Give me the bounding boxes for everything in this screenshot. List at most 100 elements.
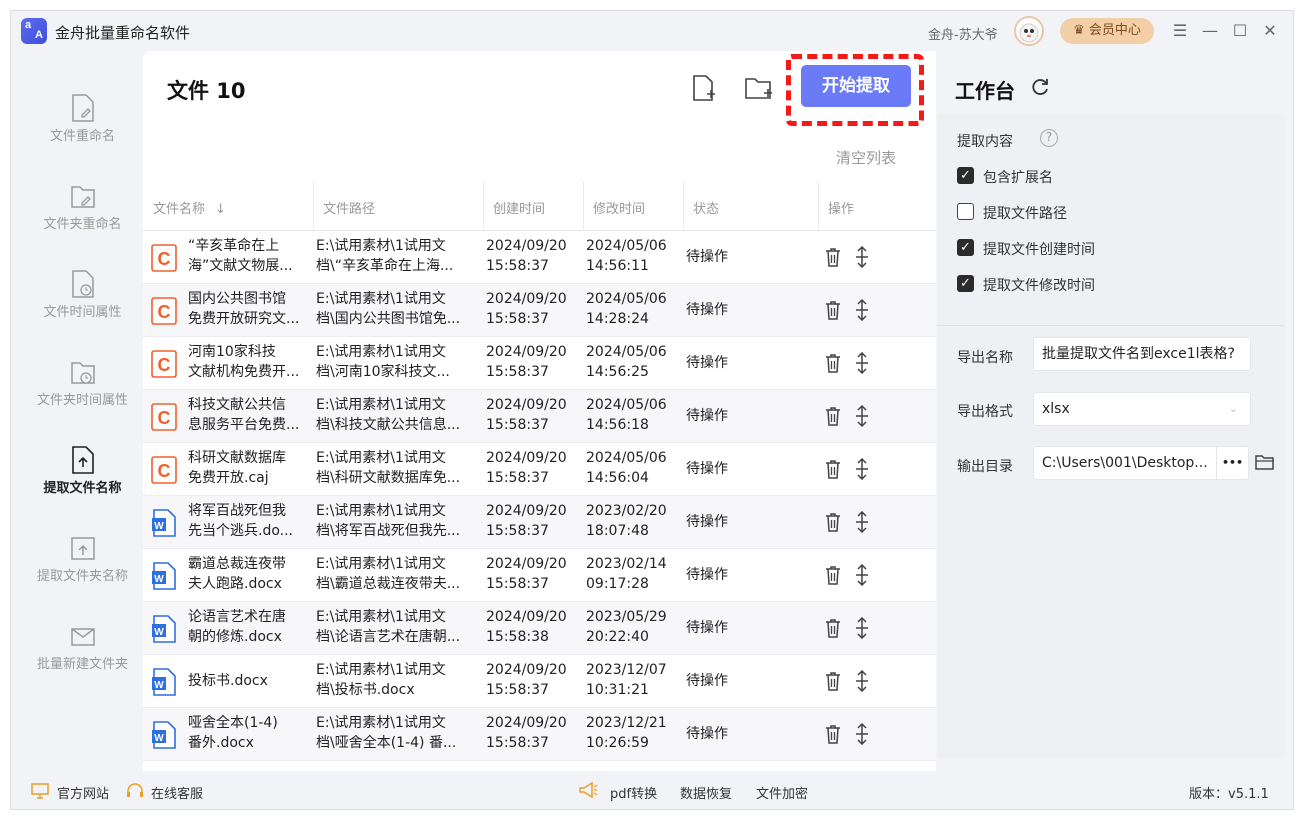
- created-clock: 15:58:37: [486, 682, 549, 698]
- sidebar-item-extract-folder-names[interactable]: 提取文件夹名称: [23, 527, 142, 615]
- move-icon[interactable]: [853, 298, 871, 322]
- option-label[interactable]: 提取文件创建时间: [983, 239, 1095, 259]
- table-row[interactable]: W 霸道总裁连夜带 夫人跑路.docx E:\试用素材\1试用文 档\霸道总裁连夜带夫.…: [143, 549, 936, 602]
- checkbox-extract-path[interactable]: [957, 203, 974, 220]
- sidebar: 文件重命名 文件夹重命名 文件时间属性 文件夹时间属性 提取文件名称 提取文件夹…: [23, 51, 142, 771]
- column-divider[interactable]: [313, 181, 314, 231]
- user-avatar[interactable]: [1014, 16, 1044, 46]
- vip-center-button[interactable]: ♛ 会员中心: [1060, 18, 1154, 44]
- column-divider[interactable]: [818, 181, 819, 231]
- maximize-icon[interactable]: ☐: [1228, 19, 1252, 43]
- data-recovery-link[interactable]: 数据恢复: [680, 783, 732, 802]
- file-path-line: E:\试用素材\1试用文: [316, 556, 446, 572]
- sidebar-item-folder-time[interactable]: 文件夹时间属性: [23, 351, 142, 439]
- delete-icon[interactable]: [824, 246, 842, 268]
- file-name-line: 免费开放.caj: [188, 470, 269, 486]
- delete-icon[interactable]: [824, 670, 842, 692]
- more-button[interactable]: •••: [1216, 447, 1248, 479]
- refresh-icon[interactable]: [1031, 77, 1051, 97]
- created-clock: 15:58:37: [486, 258, 549, 274]
- table-row[interactable]: W 将军百战死但我 先当个逃兵.do... E:\试用素材\1试用文 档\将军百战死但我…: [143, 496, 936, 549]
- column-divider[interactable]: [683, 181, 684, 231]
- move-icon[interactable]: [853, 510, 871, 534]
- sidebar-item-batch-new-folder[interactable]: 批量新建文件夹: [23, 615, 142, 703]
- file-path-line: E:\试用素材\1试用文: [316, 291, 446, 307]
- move-icon[interactable]: [853, 722, 871, 746]
- option-label[interactable]: 提取文件修改时间: [983, 275, 1095, 295]
- modified-date: 2023/02/14: [586, 556, 667, 572]
- add-file-icon[interactable]: [688, 73, 718, 103]
- delete-icon[interactable]: [824, 405, 842, 427]
- close-icon[interactable]: ✕: [1258, 19, 1282, 43]
- created-time: 2024/09/20 15:58:37: [486, 501, 581, 541]
- open-folder-icon[interactable]: [1255, 453, 1275, 471]
- help-icon[interactable]: ?: [1040, 129, 1058, 147]
- created-clock: 15:58:37: [486, 417, 549, 433]
- col-modified-time[interactable]: 修改时间: [593, 198, 645, 217]
- table-row[interactable]: C 国内公共图书馆 免费开放研究文... E:\试用素材\1试用文 档\国内公共图书馆免…: [143, 284, 936, 337]
- checkbox-extract-created[interactable]: ✓: [957, 239, 974, 256]
- workbench-panel: 工作台 提取内容 ? ✓ 包含扩展名 提取文件路径 ✓ 提取文件创建时间 ✓ 提…: [937, 51, 1293, 771]
- table-row[interactable]: W 哑舍全本(1-4) 番外.docx E:\试用素材\1试用文 档\哑舍全本(1-4)…: [143, 708, 936, 761]
- delete-icon[interactable]: [824, 511, 842, 533]
- delete-icon[interactable]: [824, 299, 842, 321]
- move-icon[interactable]: [853, 563, 871, 587]
- modified-clock: 14:28:24: [586, 311, 649, 327]
- col-status[interactable]: 状态: [693, 198, 719, 217]
- delete-icon[interactable]: [824, 352, 842, 374]
- move-icon[interactable]: [853, 669, 871, 693]
- table-row[interactable]: W 投标书.docx E:\试用素材\1试用文 档\投标书.docx 2024/09/2…: [143, 655, 936, 708]
- table-row[interactable]: C 科研文献数据库 免费开放.caj E:\试用素材\1试用文 档\科研文献数据库免..…: [143, 443, 936, 496]
- move-icon[interactable]: [853, 404, 871, 428]
- folder-edit-icon: [71, 186, 95, 208]
- checkbox-include-extension[interactable]: ✓: [957, 167, 974, 184]
- col-file-name[interactable]: 文件名称 ↓: [153, 198, 226, 217]
- option-label[interactable]: 包含扩展名: [983, 167, 1053, 187]
- table-row[interactable]: C 科技文献公共信 息服务平台免费... E:\试用素材\1试用文 档\科技文献公共信息…: [143, 390, 936, 443]
- add-folder-icon[interactable]: [744, 73, 774, 103]
- official-site-link[interactable]: 官方网站: [57, 783, 109, 802]
- online-service-link[interactable]: 在线客服: [151, 783, 203, 802]
- sidebar-item-extract-file-names[interactable]: 提取文件名称: [23, 439, 142, 527]
- option-label[interactable]: 提取文件路径: [983, 203, 1067, 223]
- delete-icon[interactable]: [824, 723, 842, 745]
- col-file-path[interactable]: 文件路径: [323, 198, 375, 217]
- sidebar-item-folder-rename[interactable]: 文件夹重命名: [23, 175, 142, 263]
- table-row[interactable]: W 论语言艺术在唐 朝的修炼.docx E:\试用素材\1试用文 档\论语言艺术在唐朝.…: [143, 602, 936, 655]
- checkbox-extract-modified[interactable]: ✓: [957, 275, 974, 292]
- modified-time: 2023/05/29 20:22:40: [586, 607, 681, 647]
- table-row[interactable]: C “辛亥革命在上 海”文献文物展... E:\试用素材\1试用文 档\“辛亥革命在上海…: [143, 231, 936, 284]
- version-label: 版本：v5.1.1: [1189, 787, 1269, 802]
- file-clock-icon: [72, 270, 94, 298]
- delete-icon[interactable]: [824, 564, 842, 586]
- col-created-time[interactable]: 创建时间: [493, 198, 545, 217]
- file-export-icon: [72, 446, 94, 474]
- clear-list-link[interactable]: 清空列表: [836, 147, 896, 168]
- export-format-select[interactable]: xlsx ⌄: [1033, 392, 1251, 426]
- move-icon[interactable]: [853, 457, 871, 481]
- caj-file-icon: C: [151, 297, 177, 325]
- vip-label: 会员中心: [1088, 23, 1141, 38]
- file-path-line: 档\国内公共图书馆免...: [316, 311, 461, 327]
- output-dir-input[interactable]: C:\Users\001\Desktop... •••: [1033, 446, 1249, 480]
- modified-clock: 14:56:11: [586, 258, 649, 274]
- file-path: E:\试用素材\1试用文 档\国内公共图书馆免...: [316, 289, 476, 329]
- delete-icon[interactable]: [824, 617, 842, 639]
- file-encrypt-link[interactable]: 文件加密: [756, 783, 808, 802]
- minimize-icon[interactable]: —: [1198, 19, 1222, 43]
- sidebar-item-file-time[interactable]: 文件时间属性: [23, 263, 142, 351]
- move-icon[interactable]: [853, 245, 871, 269]
- sort-down-icon[interactable]: ↓: [215, 202, 226, 217]
- divider: [937, 325, 1285, 326]
- column-divider[interactable]: [583, 181, 584, 231]
- menu-icon[interactable]: ☰: [1168, 19, 1192, 43]
- move-icon[interactable]: [853, 351, 871, 375]
- delete-icon[interactable]: [824, 458, 842, 480]
- column-divider[interactable]: [483, 181, 484, 231]
- sidebar-item-file-rename[interactable]: 文件重命名: [23, 87, 142, 175]
- move-icon[interactable]: [853, 616, 871, 640]
- export-name-input[interactable]: 批量提取文件名到exce1l表格?: [1033, 337, 1251, 371]
- table-row[interactable]: C 河南10家科技 文献机构免费开... E:\试用素材\1试用文 档\河南10家科技文…: [143, 337, 936, 390]
- pdf-convert-link[interactable]: pdf转换: [610, 783, 657, 802]
- user-name[interactable]: 金舟-苏大爷: [928, 24, 998, 43]
